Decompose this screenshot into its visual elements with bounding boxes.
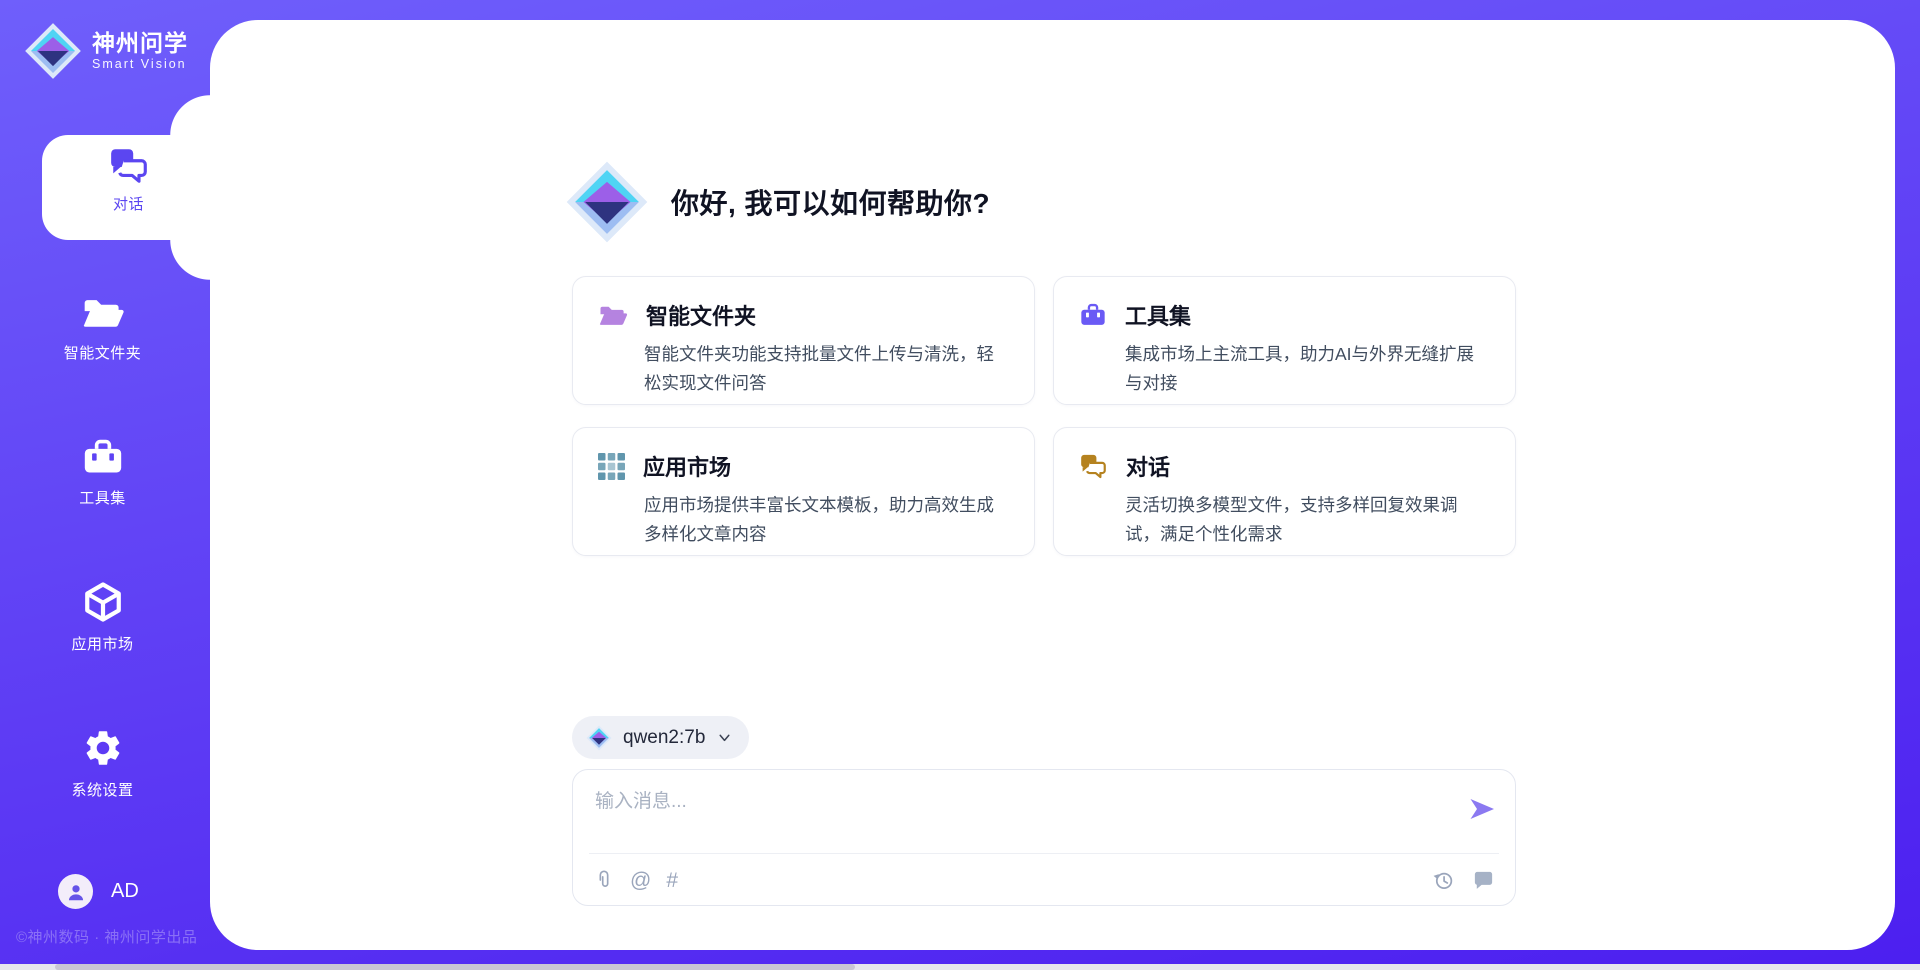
sidebar-item-settings[interactable]: 系统设置 — [0, 727, 205, 800]
sidebar-item-chat[interactable]: 对话 — [42, 135, 215, 240]
toolbox-icon — [1079, 302, 1107, 328]
horizontal-scrollbar[interactable] — [0, 964, 1920, 970]
greeting: 你好, 我可以如何帮助你? — [565, 160, 990, 244]
model-selector[interactable]: qwen2:7b — [572, 716, 749, 759]
brand-subtitle: Smart Vision — [92, 57, 188, 71]
grid-icon — [598, 453, 625, 480]
brand-logo: 神州问学 Smart Vision — [24, 22, 188, 80]
chat-icon — [1079, 454, 1108, 479]
card-chat[interactable]: 对话 灵活切换多模型文件，支持多样回复效果调试，满足个性化需求 — [1053, 427, 1516, 556]
attach-button[interactable] — [593, 869, 615, 891]
hashtag-button[interactable]: # — [666, 870, 678, 891]
avatar — [58, 874, 93, 909]
message-input[interactable] — [595, 786, 1455, 844]
brand-gem-icon — [24, 22, 82, 80]
copyright-footer: ©神州数码 · 神州问学出品 — [16, 926, 197, 947]
card-title: 智能文件夹 — [646, 299, 756, 331]
card-app-market[interactable]: 应用市场 应用市场提供丰富长文本模板，助力高效生成多样化文章内容 — [572, 427, 1035, 556]
sidebar-item-label: 应用市场 — [71, 633, 133, 654]
send-icon — [1468, 795, 1496, 823]
greeting-title: 你好, 我可以如何帮助你? — [671, 182, 990, 222]
paperclip-icon — [593, 869, 615, 891]
mention-button[interactable]: @ — [630, 870, 651, 891]
card-description: 智能文件夹功能支持批量文件上传与清洗，轻松实现文件问答 — [644, 340, 1008, 398]
card-title: 工具集 — [1125, 299, 1191, 331]
send-button[interactable] — [1467, 794, 1497, 824]
sidebar-item-label: 对话 — [113, 193, 144, 214]
tab-fillet-top — [170, 95, 210, 135]
composer-toolbar: @ # — [573, 854, 1515, 906]
main-panel: 你好, 我可以如何帮助你? 智能文件夹 智能文件夹功能支持批量文件上传与清洗，轻… — [210, 20, 1895, 950]
chevron-down-icon — [716, 729, 733, 746]
history-button[interactable] — [1432, 869, 1455, 892]
card-title: 对话 — [1126, 450, 1170, 482]
sidebar-item-smart-folder[interactable]: 智能文件夹 — [0, 294, 205, 363]
user-name: AD — [111, 880, 139, 903]
scrollbar-thumb[interactable] — [55, 964, 855, 970]
sidebar-item-label: 智能文件夹 — [64, 342, 142, 363]
card-description: 集成市场上主流工具，助力AI与外界无缝扩展与对接 — [1125, 340, 1489, 398]
comment-button[interactable] — [1472, 869, 1495, 892]
card-description: 灵活切换多模型文件，支持多样回复效果调试，满足个性化需求 — [1125, 491, 1489, 549]
cube-icon — [82, 581, 124, 623]
chat-icon — [108, 148, 150, 184]
message-composer: @ # — [572, 769, 1516, 906]
card-toolbox[interactable]: 工具集 集成市场上主流工具，助力AI与外界无缝扩展与对接 — [1053, 276, 1516, 405]
brand-name: 神州问学 — [92, 31, 188, 56]
card-title: 应用市场 — [643, 450, 731, 482]
card-description: 应用市场提供丰富长文本模板，助力高效生成多样化文章内容 — [644, 491, 1008, 549]
sidebar: 神州问学 Smart Vision 对话 智能文件夹 工具集 应用市场 — [0, 0, 210, 964]
model-gem-icon — [586, 725, 612, 751]
tab-fillet-bottom — [170, 240, 210, 280]
toolbox-icon — [81, 437, 125, 477]
user-profile[interactable]: AD — [58, 874, 139, 909]
folder-icon — [598, 303, 628, 328]
folder-icon — [81, 294, 125, 332]
sidebar-item-toolbox[interactable]: 工具集 — [0, 437, 205, 508]
assistant-gem-icon — [565, 160, 649, 244]
model-name: qwen2:7b — [623, 727, 705, 749]
history-icon — [1432, 869, 1455, 892]
comment-icon — [1472, 869, 1495, 892]
feature-cards: 智能文件夹 智能文件夹功能支持批量文件上传与清洗，轻松实现文件问答 工具集 集成… — [572, 276, 1516, 556]
sidebar-item-app-market[interactable]: 应用市场 — [0, 581, 205, 654]
sidebar-item-label: 系统设置 — [71, 779, 133, 800]
person-icon — [65, 881, 87, 903]
gear-icon — [82, 727, 124, 769]
card-smart-folder[interactable]: 智能文件夹 智能文件夹功能支持批量文件上传与清洗，轻松实现文件问答 — [572, 276, 1035, 405]
sidebar-item-label: 工具集 — [79, 487, 126, 508]
